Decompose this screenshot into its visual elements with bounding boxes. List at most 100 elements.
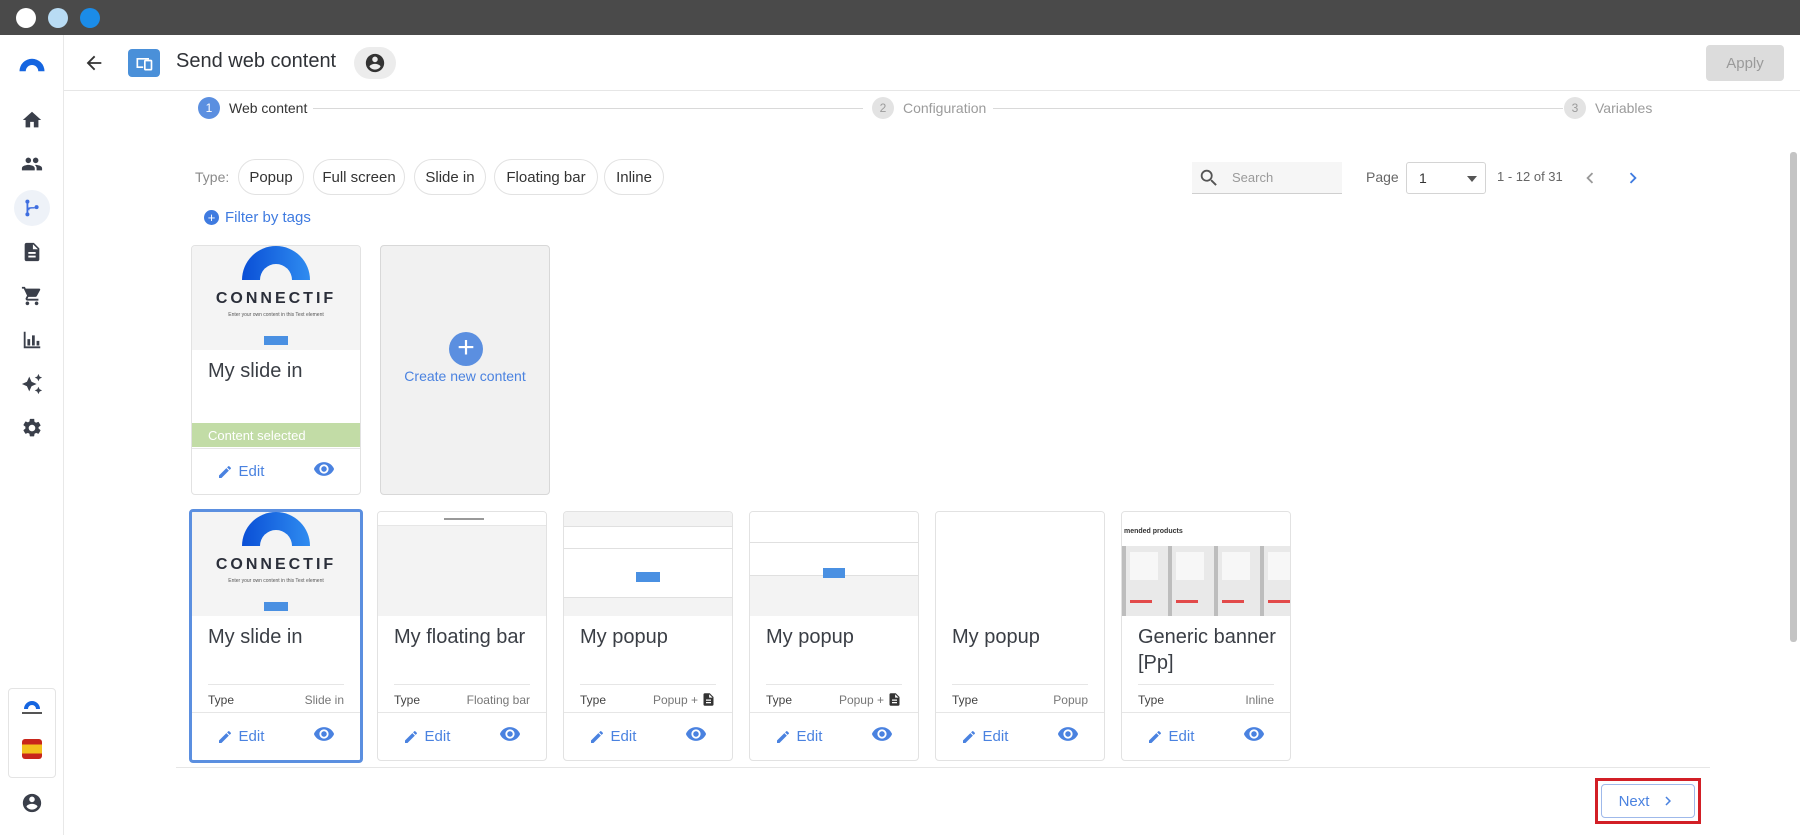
account-switcher[interactable] — [8, 688, 56, 778]
back-arrow-icon[interactable] — [80, 49, 108, 77]
thumbnail-text: mended products — [1124, 528, 1183, 535]
filter-by-tags-label: Filter by tags — [225, 209, 311, 226]
chip-slide-in[interactable]: Slide in — [414, 159, 486, 195]
preview-eye-icon[interactable] — [1057, 723, 1079, 750]
content-thumbnail: mended products — [1122, 512, 1290, 616]
owner-avatar-icon[interactable] — [354, 47, 396, 79]
step-web-content[interactable]: 1 Web content — [198, 97, 307, 119]
card-type-row: Type Popup + — [580, 684, 716, 714]
window-titlebar — [0, 0, 1800, 35]
edit-label: Edit — [796, 728, 823, 745]
preview-eye-icon[interactable] — [313, 723, 335, 750]
pencil-icon — [218, 730, 231, 743]
next-label: Next — [1618, 792, 1650, 810]
page-title: Send web content — [176, 50, 337, 72]
edit-button[interactable]: Edit — [589, 728, 636, 745]
contacts-icon[interactable] — [14, 146, 50, 182]
pencil-icon — [404, 730, 417, 743]
wizard-stepper: 1 Web content 2 Configuration 3 Variable… — [198, 97, 1658, 121]
card-type-row: Type Popup + — [766, 684, 902, 714]
page-header: Send web content Apply — [64, 35, 1800, 91]
spain-flag-icon[interactable] — [22, 739, 42, 759]
card-title: My popup — [580, 626, 668, 648]
edit-button[interactable]: Edit — [217, 728, 265, 745]
window-minimize-button[interactable] — [48, 8, 68, 28]
type-value: Floating bar — [466, 692, 530, 707]
home-icon[interactable] — [14, 102, 50, 138]
reports-icon[interactable] — [14, 322, 50, 358]
preview-eye-icon[interactable] — [871, 723, 893, 750]
thumbnail-text: Enter your own content in this Text elem… — [228, 578, 324, 584]
preview-eye-icon[interactable] — [499, 723, 521, 750]
page-select-value: 1 — [1419, 170, 1427, 186]
window-maximize-button[interactable] — [80, 8, 100, 28]
content-card[interactable]: My popup Type Popup + Edit — [563, 511, 733, 761]
next-page-chevron-icon[interactable] — [1620, 165, 1646, 191]
content-thumbnail: CONNECTIF Enter your own content in this… — [192, 512, 360, 616]
apply-button[interactable]: Apply — [1706, 45, 1784, 81]
selected-content-card[interactable]: CONNECTIF Enter your own content in this… — [191, 245, 361, 495]
ai-sparkle-icon[interactable] — [14, 366, 50, 402]
thumbnail-brand: CONNECTIF — [215, 290, 337, 307]
settings-gear-icon[interactable] — [14, 410, 50, 446]
workflows-icon[interactable] — [14, 190, 50, 226]
card-actions: Edit — [1122, 712, 1290, 760]
preview-eye-icon[interactable] — [685, 723, 707, 750]
type-key: Type — [580, 692, 607, 707]
app-logo-icon[interactable] — [14, 47, 50, 83]
next-button[interactable]: Next — [1601, 784, 1695, 818]
content-thumbnail: CONNECTIF Enter your own content in this… — [192, 246, 360, 350]
thumbnail-button — [264, 602, 288, 611]
type-value-group: Popup + — [653, 692, 716, 707]
content-card[interactable]: CONNECTIF Enter your own content in this… — [189, 509, 363, 763]
card-title: Generic banner [Pp] — [1138, 626, 1276, 674]
chip-popup[interactable]: Popup — [238, 159, 304, 195]
chip-inline[interactable]: Inline — [604, 159, 664, 195]
step-configuration[interactable]: 2 Configuration — [872, 97, 986, 119]
edit-button[interactable]: Edit — [961, 728, 1008, 745]
window-close-button[interactable] — [16, 8, 36, 28]
preview-eye-icon[interactable] — [313, 458, 335, 485]
pencil-icon — [962, 730, 975, 743]
content-icon[interactable] — [14, 234, 50, 270]
chip-full-screen[interactable]: Full screen — [313, 159, 405, 195]
step-connector — [313, 108, 863, 109]
user-account-icon[interactable] — [14, 785, 50, 821]
search-input[interactable] — [1232, 170, 1332, 185]
content-card[interactable]: My popup Type Popup Edit — [935, 511, 1105, 761]
content-card[interactable]: mended products Generic banner [Pp] Type… — [1121, 511, 1291, 761]
edit-label: Edit — [424, 728, 451, 745]
step-variables[interactable]: 3 Variables — [1564, 97, 1652, 119]
preview-eye-icon[interactable] — [1243, 723, 1265, 750]
edit-button[interactable]: Edit — [217, 463, 264, 480]
type-value-group: Popup + — [839, 692, 902, 707]
filter-by-tags-link[interactable]: + Filter by tags — [204, 209, 311, 226]
edit-button[interactable]: Edit — [1147, 728, 1194, 745]
add-circle-icon: + — [449, 332, 483, 366]
search-field[interactable] — [1192, 162, 1342, 194]
edit-label: Edit — [238, 728, 265, 745]
edit-button[interactable]: Edit — [775, 728, 823, 745]
thumbnail-text: Enter your own content in this Text elem… — [228, 312, 324, 318]
create-new-content-card[interactable]: + Create new content — [380, 245, 550, 495]
content-card[interactable]: My floating bar Type Floating bar Edit — [377, 511, 547, 761]
document-icon — [703, 693, 714, 706]
cart-icon[interactable] — [14, 278, 50, 314]
type-key: Type — [1138, 692, 1165, 707]
page-label: Page — [1366, 169, 1399, 185]
search-icon — [1200, 169, 1217, 186]
pagination-range: 1 - 12 of 31 — [1497, 169, 1563, 184]
step-connector — [993, 108, 1563, 109]
content-card[interactable]: My popup Type Popup + Edit — [749, 511, 919, 761]
content-thumbnail — [378, 512, 546, 616]
connectif-logo-icon — [19, 699, 45, 717]
edit-button[interactable]: Edit — [403, 728, 451, 745]
previous-page-chevron-icon[interactable] — [1577, 165, 1603, 191]
chip-floating-bar[interactable]: Floating bar — [494, 159, 598, 195]
web-content-icon — [128, 49, 160, 77]
type-key: Type — [208, 692, 235, 707]
page-scrollbar[interactable] — [1790, 152, 1797, 642]
page-select[interactable]: 1 — [1406, 162, 1486, 194]
dropdown-caret-icon — [1467, 176, 1477, 182]
step-number: 3 — [1564, 97, 1586, 119]
